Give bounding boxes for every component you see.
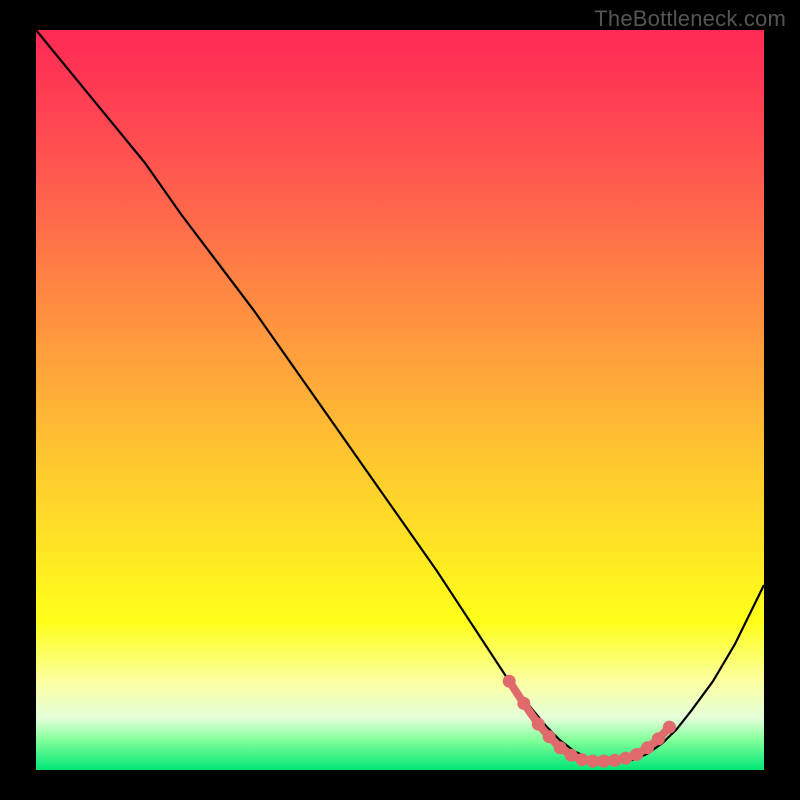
flat-zone-dot (641, 741, 654, 754)
flat-zone-dot (532, 718, 545, 731)
curve-layer (36, 30, 764, 770)
flat-zone-dot (608, 754, 621, 767)
flat-zone-dots (503, 675, 676, 768)
flat-zone-dot (630, 748, 643, 761)
flat-zone-dot (663, 721, 676, 734)
bottleneck-curve (36, 30, 764, 761)
flat-zone-dot (576, 753, 589, 766)
chart-container: TheBottleneck.com (0, 0, 800, 800)
flat-zone-dot (652, 732, 665, 745)
flat-zone-dot (503, 675, 516, 688)
flat-zone-dot (554, 741, 567, 754)
flat-zone-dot (517, 697, 530, 710)
flat-zone-dot (543, 730, 556, 743)
plot-area (36, 30, 764, 770)
watermark-text: TheBottleneck.com (594, 6, 786, 32)
